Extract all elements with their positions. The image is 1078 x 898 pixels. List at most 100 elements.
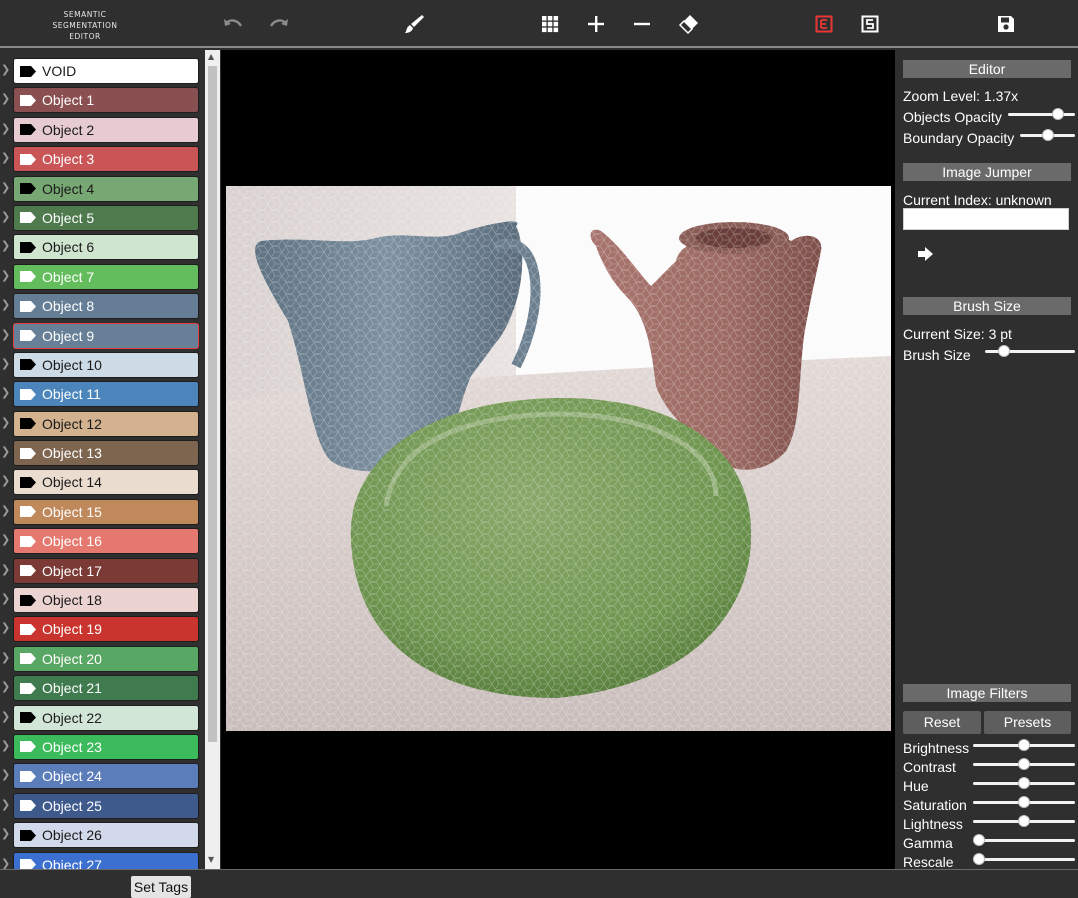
label-list-item[interactable]: ❯ Object 11 — [0, 379, 204, 408]
slider-knob[interactable] — [1052, 108, 1064, 120]
boundary-opacity-slider[interactable] — [1020, 129, 1075, 141]
label-list-item[interactable]: ❯ Object 19 — [0, 614, 204, 643]
expand-chevron-icon[interactable]: ❯ — [1, 298, 10, 311]
expand-chevron-icon[interactable]: ❯ — [1, 151, 10, 164]
label-list-item[interactable]: ❯ Object 8 — [0, 291, 204, 320]
annotated-image[interactable] — [226, 186, 891, 731]
label-list-item[interactable]: ❯ Object 10 — [0, 350, 204, 379]
annotation-canvas[interactable] — [221, 50, 895, 869]
label-chip[interactable]: Object 7 — [13, 263, 199, 290]
label-list-item[interactable]: ❯ Object 4 — [0, 174, 204, 203]
eraser-button[interactable] — [674, 10, 702, 38]
label-chip[interactable]: Object 14 — [13, 469, 199, 496]
slider-knob[interactable] — [1018, 815, 1030, 827]
expand-chevron-icon[interactable]: ❯ — [1, 416, 10, 429]
label-list-item[interactable]: ❯ VOID — [0, 56, 204, 85]
slider-knob[interactable] — [1018, 796, 1030, 808]
label-list-item[interactable]: ❯ Object 23 — [0, 732, 204, 761]
label-chip[interactable]: VOID — [13, 58, 199, 84]
expand-chevron-icon[interactable]: ❯ — [1, 181, 10, 194]
label-chip[interactable]: Object 2 — [13, 116, 199, 143]
filter-slider[interactable] — [973, 796, 1075, 808]
expand-chevron-icon[interactable]: ❯ — [1, 621, 10, 634]
label-list-item[interactable]: ❯ Object 2 — [0, 115, 204, 144]
expand-chevron-icon[interactable]: ❯ — [1, 592, 10, 605]
scroll-down-arrow-icon[interactable]: ▼ — [208, 855, 214, 864]
jump-go-button[interactable] — [917, 246, 935, 262]
label-chip[interactable]: Object 10 — [13, 351, 199, 378]
label-chip[interactable]: Object 1 — [13, 87, 199, 114]
filter-slider[interactable] — [973, 777, 1075, 789]
image-index-input[interactable] — [903, 208, 1069, 230]
label-chip[interactable]: Object 15 — [13, 498, 199, 525]
label-list-item[interactable]: ❯ Object 13 — [0, 438, 204, 467]
label-chip[interactable]: Object 23 — [13, 733, 199, 760]
label-list-item[interactable]: ❯ Object 22 — [0, 703, 204, 732]
brush-size-slider[interactable] — [985, 345, 1075, 357]
segmentation-overlay-image[interactable] — [226, 186, 891, 731]
scroll-up-arrow-icon[interactable]: ▲ — [208, 52, 214, 61]
filter-slider[interactable] — [973, 834, 1075, 846]
label-list-item[interactable]: ❯ Object 26 — [0, 820, 204, 849]
label-chip[interactable]: Object 18 — [13, 587, 199, 614]
label-list-item[interactable]: ❯ Object 7 — [0, 262, 204, 291]
expand-chevron-icon[interactable]: ❯ — [1, 827, 10, 840]
expand-chevron-icon[interactable]: ❯ — [1, 445, 10, 458]
slider-knob[interactable] — [998, 345, 1011, 357]
filter-slider[interactable] — [973, 739, 1075, 751]
expand-chevron-icon[interactable]: ❯ — [1, 739, 10, 752]
label-list-item[interactable]: ❯ Object 16 — [0, 526, 204, 555]
expand-chevron-icon[interactable]: ❯ — [1, 651, 10, 664]
label-chip[interactable]: Object 8 — [13, 293, 199, 320]
reset-filters-button[interactable]: Reset — [903, 711, 981, 734]
expand-chevron-icon[interactable]: ❯ — [1, 504, 10, 517]
slider-knob[interactable] — [1018, 739, 1030, 751]
label-list-scrollbar[interactable]: ▲ ▼ — [205, 50, 220, 869]
slider-knob[interactable] — [973, 834, 985, 846]
label-list-item[interactable]: ❯ Object 20 — [0, 644, 204, 673]
superpixel-grid-button[interactable] — [536, 10, 564, 38]
label-list-item[interactable]: ❯ Object 9 — [0, 321, 204, 350]
expand-chevron-icon[interactable]: ❯ — [1, 269, 10, 282]
label-list-item[interactable]: ❯ Object 24 — [0, 761, 204, 790]
label-chip[interactable]: Object 17 — [13, 557, 199, 584]
undo-button[interactable] — [219, 10, 247, 38]
label-list-item[interactable]: ❯ Object 1 — [0, 85, 204, 114]
label-list-item[interactable]: ❯ Object 12 — [0, 409, 204, 438]
label-chip[interactable]: Object 25 — [13, 792, 199, 819]
expand-chevron-icon[interactable]: ❯ — [1, 63, 10, 76]
expand-chevron-icon[interactable]: ❯ — [1, 563, 10, 576]
label-list-item[interactable]: ❯ Object 14 — [0, 467, 204, 496]
label-chip[interactable]: Object 19 — [13, 616, 199, 643]
slider-knob[interactable] — [1018, 777, 1030, 789]
slider-knob[interactable] — [973, 853, 985, 865]
label-chip[interactable]: Object 9 — [13, 322, 199, 349]
filter-slider[interactable] — [973, 815, 1075, 827]
redo-button[interactable] — [265, 10, 293, 38]
label-list-item[interactable]: ❯ Object 5 — [0, 203, 204, 232]
zoom-out-button[interactable] — [628, 10, 656, 38]
slider-knob[interactable] — [1018, 758, 1030, 770]
zoom-in-button[interactable] — [582, 10, 610, 38]
expand-chevron-icon[interactable]: ❯ — [1, 768, 10, 781]
expand-chevron-icon[interactable]: ❯ — [1, 857, 10, 869]
expand-chevron-icon[interactable]: ❯ — [1, 474, 10, 487]
set-tags-button[interactable]: Set Tags — [131, 876, 191, 898]
label-list-item[interactable]: ❯ Object 17 — [0, 556, 204, 585]
objects-opacity-slider[interactable] — [1008, 108, 1075, 120]
slider-knob[interactable] — [1041, 129, 1054, 141]
label-chip[interactable]: Object 27 — [13, 851, 199, 869]
label-list-item[interactable]: ❯ Object 6 — [0, 232, 204, 261]
expand-chevron-icon[interactable]: ❯ — [1, 710, 10, 723]
label-chip[interactable]: Object 5 — [13, 204, 199, 231]
label-chip[interactable]: Object 16 — [13, 528, 199, 555]
label-chip[interactable]: Object 21 — [13, 675, 199, 702]
label-chip[interactable]: Object 6 — [13, 234, 199, 261]
expand-chevron-icon[interactable]: ❯ — [1, 533, 10, 546]
label-chip[interactable]: Object 13 — [13, 440, 199, 467]
letter-e-button[interactable] — [810, 10, 838, 38]
letter-s-button[interactable] — [856, 10, 884, 38]
expand-chevron-icon[interactable]: ❯ — [1, 122, 10, 135]
label-chip[interactable]: Object 3 — [13, 146, 199, 173]
label-list-item[interactable]: ❯ Object 21 — [0, 673, 204, 702]
